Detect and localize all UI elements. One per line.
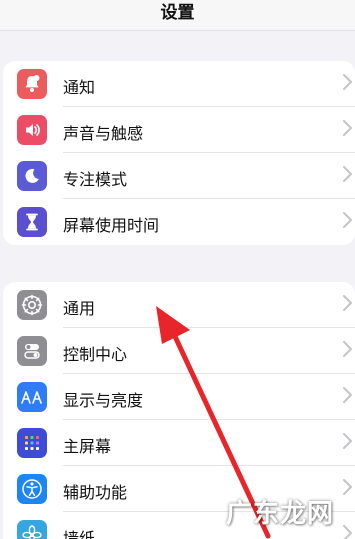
toggle-switches-icon <box>17 336 47 366</box>
settings-row-control-center[interactable]: 控制中心 <box>3 328 355 374</box>
chevron-right-icon <box>343 212 352 228</box>
settings-row-label: 辅助功能 <box>63 483 128 502</box>
settings-row-general[interactable]: 通用 <box>3 282 355 328</box>
speaker-sound-icon <box>17 115 47 145</box>
chevron-right-icon <box>343 387 352 403</box>
chevron-right-icon <box>343 74 352 90</box>
text-size-aa-icon <box>17 382 47 412</box>
settings-row-home-screen[interactable]: 主屏幕 <box>3 420 355 466</box>
settings-group-1: 通知 声音与触感 专注模式 屏幕使用时间 <box>3 61 355 245</box>
settings-row-notifications[interactable]: 通知 <box>3 61 355 107</box>
home-screen-grid-icon <box>17 428 47 458</box>
chevron-right-icon <box>343 433 352 449</box>
settings-row-screen-time[interactable]: 屏幕使用时间 <box>3 199 355 245</box>
navigation-bar: 设置 <box>0 0 355 30</box>
settings-row-label: 主屏幕 <box>63 437 112 456</box>
chevron-right-icon <box>343 120 352 136</box>
settings-row-label: 墙纸 <box>63 529 96 539</box>
wallpaper-flower-icon <box>17 520 47 539</box>
settings-row-label: 专注模式 <box>63 170 128 189</box>
chevron-right-icon <box>343 166 352 182</box>
chevron-right-icon <box>343 341 352 357</box>
moon-icon <box>17 161 47 191</box>
chevron-right-icon <box>343 525 352 539</box>
chevron-right-icon <box>343 295 352 311</box>
settings-row-label: 通用 <box>63 299 96 318</box>
hourglass-icon <box>17 207 47 237</box>
gear-icon <box>17 290 47 320</box>
notification-bell-icon <box>17 69 47 99</box>
chevron-right-icon <box>343 479 352 495</box>
settings-row-label: 屏幕使用时间 <box>63 216 160 235</box>
settings-row-display-brightness[interactable]: 显示与亮度 <box>3 374 355 420</box>
settings-row-label: 通知 <box>63 78 96 97</box>
settings-row-label: 控制中心 <box>63 345 128 364</box>
settings-row-sounds-haptics[interactable]: 声音与触感 <box>3 107 355 153</box>
accessibility-person-icon <box>17 474 47 504</box>
settings-row-label: 声音与触感 <box>63 124 144 143</box>
watermark: 广东龙网 <box>226 499 335 529</box>
nav-divider <box>0 30 355 31</box>
settings-row-label: 显示与亮度 <box>63 391 144 410</box>
page-title: 设置 <box>160 3 195 23</box>
settings-row-focus[interactable]: 专注模式 <box>3 153 355 199</box>
